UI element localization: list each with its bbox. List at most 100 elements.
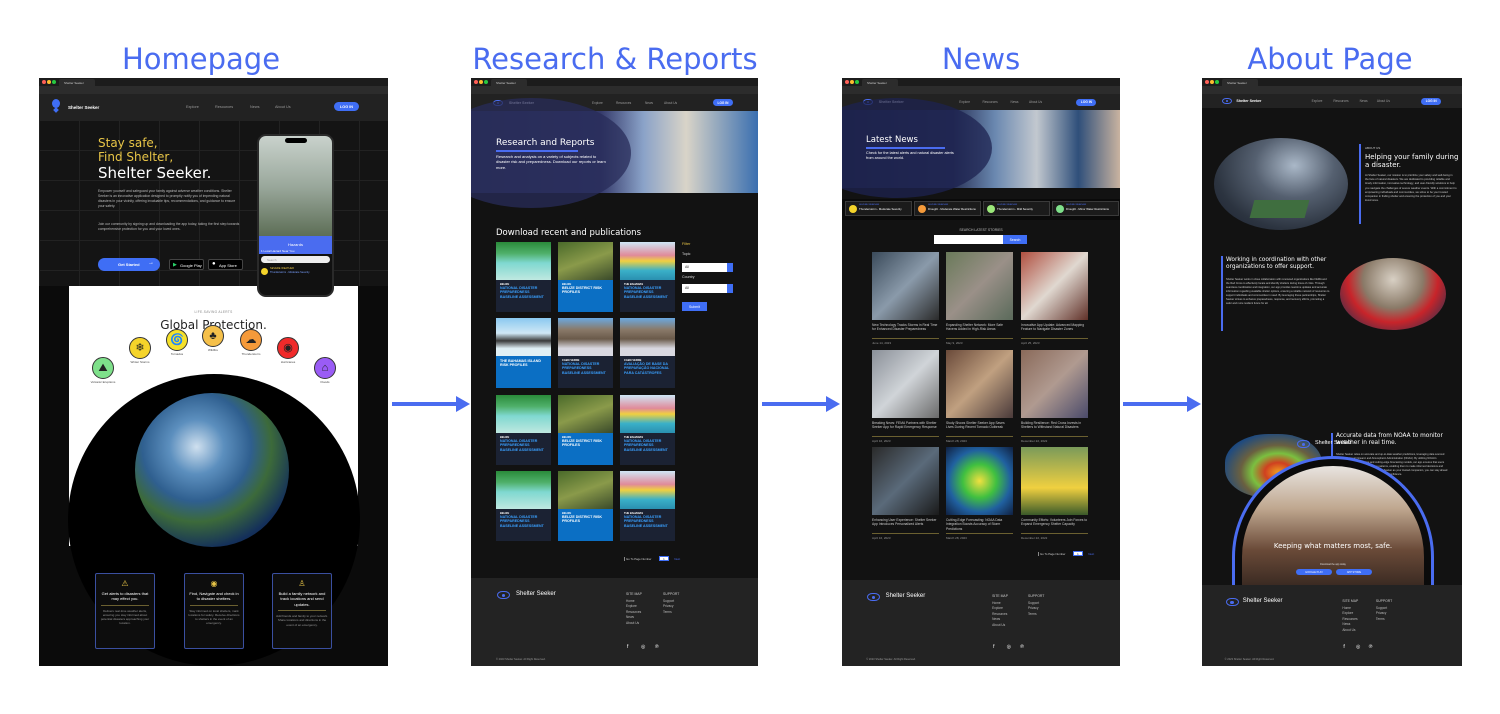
- story-title[interactable]: Innovative App Update: Advanced Mapping …: [1021, 323, 1088, 337]
- footer-link[interactable]: Terms: [1028, 612, 1039, 617]
- close-window-icon[interactable]: [474, 80, 478, 84]
- publication-cover[interactable]: THE BAHAMAS NATIONAL DISASTER PREPAREDNES…: [620, 471, 675, 541]
- search-button[interactable]: Search: [1003, 235, 1027, 244]
- story-title[interactable]: Expanding Shelter Network: More Safe Hav…: [946, 323, 1013, 337]
- nav-explore[interactable]: Explore: [186, 105, 199, 109]
- footer-link[interactable]: Terms: [663, 610, 674, 615]
- publication-cover[interactable]: THE BAHAMAS NATIONAL DISASTER PREPAREDNES…: [620, 395, 675, 465]
- close-window-icon[interactable]: [845, 80, 849, 84]
- thunderstorm-icon[interactable]: ☁: [240, 329, 262, 351]
- wildfire-icon[interactable]: ♣: [202, 325, 224, 347]
- phone-search-input[interactable]: Search: [261, 256, 330, 263]
- nav-news[interactable]: News: [645, 101, 653, 105]
- google-play-badge[interactable]: ▶ Google Play: [169, 259, 204, 270]
- nav-about[interactable]: About Us: [664, 101, 677, 105]
- story-title[interactable]: Community Efforts: Volunteers Join Force…: [1021, 518, 1088, 532]
- maximize-window-icon[interactable]: [52, 80, 56, 84]
- country-select[interactable]: All: [682, 284, 733, 293]
- alert-card[interactable]: SEVERE WEATHER Drought - Moderate Water …: [914, 201, 981, 216]
- flood-icon[interactable]: ⌂: [314, 357, 336, 379]
- instagram-icon[interactable]: ◎: [641, 644, 645, 650]
- footer-link[interactable]: About Us: [992, 623, 1007, 628]
- news-story[interactable]: Breaking News: FEMA Partners with Shelte…: [872, 350, 939, 443]
- news-story[interactable]: New Technology Tracks Storms in Real Tim…: [872, 252, 939, 345]
- nav-resources[interactable]: Resources: [1333, 99, 1348, 103]
- story-title[interactable]: Cutting-Edge Forecasting: NOAA Data Inte…: [946, 518, 1013, 532]
- nav-about[interactable]: About Us: [275, 105, 291, 109]
- browser-tab[interactable]: Shelter Seeker: [491, 79, 527, 86]
- footer-link[interactable]: Terms: [1376, 617, 1387, 622]
- snowflake-icon[interactable]: ❄: [129, 337, 151, 359]
- story-title[interactable]: Study Shows Shelter Seeker App Saves Liv…: [946, 421, 1013, 435]
- maximize-window-icon[interactable]: [1215, 80, 1219, 84]
- nav-resources[interactable]: Resources: [616, 101, 631, 105]
- facebook-icon[interactable]: f: [993, 644, 994, 650]
- publication-cover[interactable]: CABO VERDE NATIONAL DISASTER PREPAREDNESS…: [558, 318, 613, 388]
- browser-tab[interactable]: Shelter Seeker: [59, 79, 95, 86]
- publication-cover[interactable]: BELIZE NATIONAL DISASTER PREPAREDNESS BAS…: [496, 395, 551, 465]
- minimize-window-icon[interactable]: [479, 80, 483, 84]
- news-story[interactable]: Building Resilience: Red Cross Invests i…: [1021, 350, 1088, 443]
- news-story[interactable]: Innovative App Update: Advanced Mapping …: [1021, 252, 1088, 345]
- nav-resources[interactable]: Resources: [215, 105, 233, 109]
- publication-cover[interactable]: BELIZE NATIONAL DISASTER PREPAREDNESS BAS…: [496, 242, 551, 312]
- minimize-window-icon[interactable]: [1210, 80, 1214, 84]
- submit-button[interactable]: Submit: [682, 302, 707, 311]
- page-number-input[interactable]: 1: [658, 556, 669, 561]
- publication-cover[interactable]: THE BAHAMAS NATIONAL DISASTER PREPAREDNES…: [620, 242, 675, 312]
- nav-about[interactable]: About Us: [1029, 100, 1042, 104]
- minimize-window-icon[interactable]: [47, 80, 51, 84]
- nav-news[interactable]: News: [1360, 99, 1368, 103]
- footer-link[interactable]: About Us: [1342, 628, 1357, 633]
- facebook-icon[interactable]: f: [1343, 644, 1344, 650]
- publication-cover[interactable]: BELIZE BELIZE DISTRICT RISK PROFILES: [558, 471, 613, 541]
- pinterest-icon[interactable]: ℗: [1020, 644, 1024, 650]
- next-page-link[interactable]: Next: [674, 557, 680, 561]
- publication-cover[interactable]: BELIZE NATIONAL DISASTER PREPAREDNESS BAS…: [496, 471, 551, 541]
- nav-explore[interactable]: Explore: [1312, 99, 1323, 103]
- news-story[interactable]: Enhancing User Experience: Shelter Seeke…: [872, 447, 939, 540]
- instagram-icon[interactable]: ◎: [1007, 644, 1011, 650]
- login-button[interactable]: LOG IN: [1076, 98, 1097, 106]
- login-button[interactable]: LOG IN: [1421, 97, 1442, 105]
- get-started-button[interactable]: Get Started →: [98, 258, 160, 271]
- nav-news[interactable]: News: [1011, 100, 1019, 104]
- alert-card[interactable]: SEVERE WEATHER Drought - Minor Water Res…: [1052, 201, 1119, 216]
- publication-cover[interactable]: THE BAHAMAS ISLAND RISK PROFILES: [496, 318, 551, 388]
- close-window-icon[interactable]: [42, 80, 46, 84]
- next-page-link[interactable]: Next: [1088, 552, 1094, 556]
- story-title[interactable]: Building Resilience: Red Cross Invests i…: [1021, 421, 1088, 435]
- story-title[interactable]: New Technology Tracks Storms in Real Tim…: [872, 323, 939, 337]
- login-button[interactable]: LOG IN: [713, 99, 733, 106]
- news-story[interactable]: Expanding Shelter Network: More Safe Hav…: [946, 252, 1013, 345]
- browser-tab[interactable]: Shelter Seeker: [1222, 79, 1258, 86]
- facebook-icon[interactable]: f: [627, 644, 628, 650]
- nav-explore[interactable]: Explore: [959, 100, 970, 104]
- app-store-badge[interactable]: ● App Store: [208, 259, 243, 270]
- nav-about[interactable]: About Us: [1377, 99, 1390, 103]
- alert-title[interactable]: Thunderstorm - Moderate Severity: [270, 271, 310, 274]
- app-store-button[interactable]: APP STORE: [1336, 569, 1372, 575]
- topic-select[interactable]: All: [682, 263, 733, 272]
- google-play-button[interactable]: GOOGLE PLAY: [1296, 569, 1332, 575]
- page-number-input[interactable]: 1: [1072, 551, 1083, 556]
- tornado-icon[interactable]: 🌀: [166, 329, 188, 351]
- publication-cover[interactable]: BELIZE BELIZE DISTRICT RISK PROFILES: [558, 242, 613, 312]
- browser-tab[interactable]: Shelter Seeker: [862, 79, 898, 86]
- minimize-window-icon[interactable]: [850, 80, 854, 84]
- publication-cover[interactable]: CABO VERDE AVALIAÇÃO DE BASE DA PREPARAÇÃ…: [620, 318, 675, 388]
- close-window-icon[interactable]: [1205, 80, 1209, 84]
- alert-card[interactable]: SEVERE WEATHER Thunderstorm - Moderate S…: [845, 201, 912, 216]
- news-story[interactable]: Study Shows Shelter Seeker App Saves Liv…: [946, 350, 1013, 443]
- hurricane-icon[interactable]: ◉: [277, 337, 299, 359]
- news-search-input[interactable]: [934, 235, 1003, 244]
- alert-card[interactable]: SEVERE WEATHER Thunderstorm - Mild Sever…: [983, 201, 1050, 216]
- pinterest-icon[interactable]: ℗: [1369, 644, 1373, 650]
- login-button[interactable]: LOG IN: [334, 102, 359, 111]
- story-title[interactable]: Enhancing User Experience: Shelter Seeke…: [872, 518, 939, 532]
- story-title[interactable]: Breaking News: FEMA Partners with Shelte…: [872, 421, 939, 435]
- nav-explore[interactable]: Explore: [592, 101, 603, 105]
- nav-news[interactable]: News: [250, 105, 260, 109]
- volcano-icon[interactable]: ⛰: [92, 357, 114, 379]
- news-story[interactable]: Community Efforts: Volunteers Join Force…: [1021, 447, 1088, 540]
